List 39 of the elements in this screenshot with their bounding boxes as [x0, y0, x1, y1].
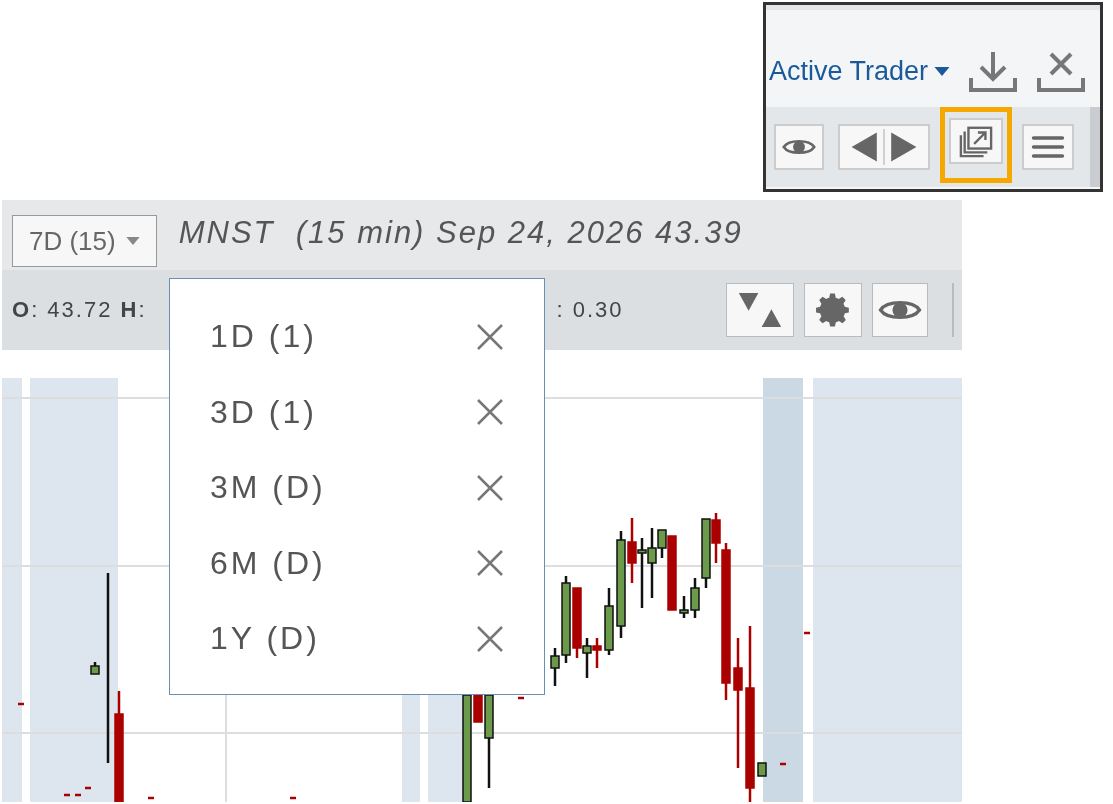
candlestick [518, 696, 524, 700]
ohlc-readout: : 0.30 [556, 297, 624, 323]
candlestick [18, 702, 24, 706]
remove-icon[interactable] [476, 549, 504, 578]
candlestick [637, 538, 647, 608]
remove-icon[interactable] [476, 624, 504, 653]
menu-item[interactable]: 1Y (D) [210, 620, 320, 658]
candlestick [804, 631, 810, 635]
remove-icon[interactable] [476, 473, 504, 502]
workspace-dropdown[interactable]: Active Trader [768, 56, 950, 87]
ohlc-readout: O: 43.72 H: [12, 297, 147, 323]
menu-icon [1030, 133, 1066, 161]
settings-button[interactable] [804, 283, 862, 337]
candlestick [592, 638, 602, 668]
menu-item[interactable]: 3M (D) [210, 469, 326, 507]
previous-next-button[interactable] [838, 124, 930, 170]
remove-icon[interactable] [476, 322, 504, 351]
popout-button[interactable] [949, 118, 1003, 164]
chart-title: MNST (15 min) Sep 24, 2026 43.39 [178, 215, 743, 251]
candlestick [604, 588, 614, 655]
menu-button[interactable] [1022, 124, 1074, 170]
menu-item[interactable]: 3D (1) [210, 393, 317, 431]
candlestick [780, 762, 786, 766]
candlestick [290, 796, 296, 800]
visibility-button[interactable] [774, 124, 824, 170]
caret-icon [125, 237, 140, 245]
menu-item[interactable]: 6M (D) [210, 544, 326, 582]
caret-icon [934, 67, 950, 76]
settings-icon [814, 291, 852, 329]
chart-type-button[interactable] [726, 283, 794, 337]
download-icon[interactable] [968, 49, 1018, 94]
candlestick [90, 662, 100, 675]
menu-item[interactable]: 1D (1) [210, 318, 317, 356]
candlestick [148, 796, 154, 800]
remove-icon[interactable] [476, 398, 504, 427]
popout-icon [957, 124, 995, 158]
timeframe-dropdown[interactable]: 7D (15) [12, 215, 157, 267]
candlestick [757, 762, 767, 777]
visibility-button[interactable] [872, 283, 928, 337]
